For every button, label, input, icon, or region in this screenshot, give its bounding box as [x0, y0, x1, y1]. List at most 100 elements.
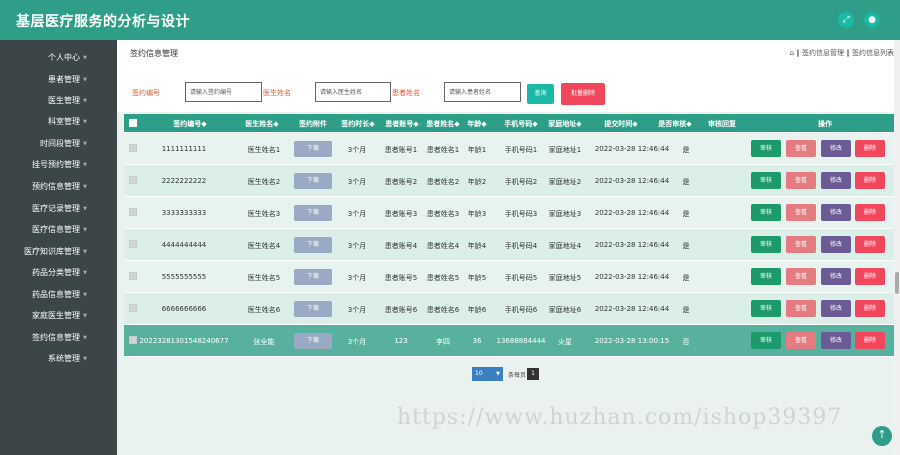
edit-button[interactable]: 修改	[821, 332, 851, 349]
view-button[interactable]: 查看	[786, 268, 816, 285]
search-button[interactable]: 查询	[527, 84, 554, 104]
delete-button[interactable]: 删除	[855, 172, 885, 189]
back-to-top-icon[interactable]: ↑	[872, 426, 892, 446]
cell-time: 2022-03-28 12:46:44	[594, 305, 670, 313]
column-header[interactable]: 签约编号◆	[173, 119, 206, 129]
delete-button[interactable]: 删除	[855, 268, 885, 285]
cell-id: 3333333333	[161, 209, 207, 217]
audit-button[interactable]: 审核	[751, 300, 781, 317]
row-checkbox[interactable]	[129, 272, 137, 280]
column-header[interactable]: 提交时间◆	[604, 119, 637, 129]
table-row[interactable]: 5555555555 医生姓名5 3个月 患者账号5 患者姓名5 年龄5 手机号码5 家庭地址…	[124, 260, 894, 292]
download-button[interactable]: 下载	[294, 141, 332, 157]
sidebar-item[interactable]: 医疗信息管理 ▼	[0, 220, 117, 240]
select-all-checkbox[interactable]	[129, 119, 137, 127]
row-checkbox[interactable]	[129, 304, 137, 312]
edit-button[interactable]: 修改	[821, 172, 851, 189]
view-button[interactable]: 查看	[786, 332, 816, 349]
page-size-select[interactable]: 10 ▼	[472, 367, 503, 381]
column-header[interactable]: 患者账号◆	[385, 119, 418, 129]
row-checkbox[interactable]	[129, 144, 137, 152]
view-button[interactable]: 查看	[786, 204, 816, 221]
sidebar-item[interactable]: 挂号预约管理 ▼	[0, 155, 117, 175]
fullscreen-icon[interactable]: ⤢	[838, 12, 854, 28]
cell-time: 2022-03-28 12:46:44	[594, 145, 670, 153]
sidebar-item[interactable]: 系统管理 ▼	[0, 349, 117, 369]
sidebar-item[interactable]: 药品分类管理 ▼	[0, 263, 117, 283]
sidebar-item[interactable]: 患者管理 ▼	[0, 70, 117, 90]
audit-button[interactable]: 审核	[751, 172, 781, 189]
sidebar-item[interactable]: 签约信息管理 ▼	[0, 328, 117, 348]
sidebar-item[interactable]: 医生管理 ▼	[0, 91, 117, 111]
view-button[interactable]: 查看	[786, 300, 816, 317]
user-icon[interactable]: ●	[864, 12, 880, 28]
scrollbar[interactable]	[894, 40, 900, 455]
scrollbar-thumb[interactable]	[895, 272, 899, 294]
sidebar-item[interactable]: 医疗知识库管理 ▼	[0, 242, 117, 262]
sidebar-item[interactable]: 个人中心 ▼	[0, 48, 117, 68]
delete-button[interactable]: 删除	[855, 140, 885, 157]
row-checkbox[interactable]	[129, 176, 137, 184]
column-header[interactable]: 审核回复	[708, 119, 736, 129]
row-checkbox[interactable]	[129, 336, 137, 344]
contract-id-input[interactable]	[185, 82, 262, 102]
column-header[interactable]: 是否审核◆	[658, 119, 691, 129]
sidebar-item[interactable]: 医疗记录管理 ▼	[0, 199, 117, 219]
column-header[interactable]: 医生姓名◆	[245, 119, 278, 129]
column-header[interactable]: 患者姓名◆	[426, 119, 459, 129]
row-checkbox[interactable]	[129, 208, 137, 216]
download-button[interactable]: 下载	[294, 237, 332, 253]
column-header[interactable]: 年龄◆	[467, 119, 486, 129]
audit-button[interactable]: 审核	[751, 140, 781, 157]
column-header[interactable]: 家庭地址◆	[548, 119, 581, 129]
current-page-button[interactable]: 1	[527, 368, 539, 380]
download-button[interactable]: 下载	[294, 269, 332, 285]
sidebar-item-label: 药品信息管理	[32, 290, 80, 299]
audit-button[interactable]: 审核	[751, 236, 781, 253]
sidebar-item[interactable]: 预约信息管理 ▼	[0, 177, 117, 197]
sidebar-item[interactable]: 家庭医生管理 ▼	[0, 306, 117, 326]
cell-age: 年龄4	[467, 242, 487, 250]
sidebar-item[interactable]: 药品信息管理 ▼	[0, 285, 117, 305]
sidebar-item[interactable]: 科室管理 ▼	[0, 112, 117, 132]
column-header[interactable]: 操作	[818, 119, 832, 129]
delete-button[interactable]: 删除	[855, 332, 885, 349]
batch-delete-button[interactable]: 批量删除	[561, 83, 605, 105]
sidebar-item[interactable]: 时间段管理 ▼	[0, 134, 117, 154]
download-button[interactable]: 下载	[294, 205, 332, 221]
cell-doctor: 医生姓名1	[247, 146, 281, 154]
view-button[interactable]: 查看	[786, 140, 816, 157]
column-header[interactable]: 手机号码◆	[504, 119, 537, 129]
edit-button[interactable]: 修改	[821, 268, 851, 285]
table-row[interactable]: 6666666666 医生姓名6 3个月 患者账号6 患者姓名6 年龄6 手机号码6 家庭地址…	[124, 292, 894, 324]
patient-name-input[interactable]	[444, 82, 521, 102]
edit-button[interactable]: 修改	[821, 140, 851, 157]
download-button[interactable]: 下载	[294, 173, 332, 189]
audit-button[interactable]: 审核	[751, 268, 781, 285]
table-row[interactable]: 4444444444 医生姓名4 3个月 患者账号4 患者姓名4 年龄4 手机号码4 家庭地址…	[124, 228, 894, 260]
download-button[interactable]: 下载	[294, 333, 332, 349]
table-row[interactable]: 2222222222 医生姓名2 3个月 患者账号2 患者姓名2 年龄2 手机号码2 家庭地址…	[124, 164, 894, 196]
edit-button[interactable]: 修改	[821, 300, 851, 317]
delete-button[interactable]: 删除	[855, 204, 885, 221]
audit-button[interactable]: 审核	[751, 204, 781, 221]
cell-age: 年龄2	[467, 178, 487, 186]
audit-button[interactable]: 审核	[751, 332, 781, 349]
view-button[interactable]: 查看	[786, 172, 816, 189]
view-button[interactable]: 查看	[786, 236, 816, 253]
column-header[interactable]: 签约时长◆	[341, 119, 374, 129]
table-row[interactable]: 1111111111 医生姓名1 3个月 患者账号1 患者姓名1 年龄1 手机号码1 家庭地址…	[124, 132, 894, 164]
doctor-name-label: 医生姓名	[263, 89, 291, 97]
table-row[interactable]: 3333333333 医生姓名3 3个月 患者账号3 患者姓名3 年龄3 手机号码3 家庭地址…	[124, 196, 894, 228]
cell-duration: 3个月	[347, 242, 367, 250]
row-checkbox[interactable]	[129, 240, 137, 248]
breadcrumb[interactable]: ⌂ ‖ 签约信息管理 ‖ 签约信息列表	[790, 48, 894, 58]
column-header[interactable]: 签约附件	[299, 119, 327, 129]
edit-button[interactable]: 修改	[821, 204, 851, 221]
edit-button[interactable]: 修改	[821, 236, 851, 253]
delete-button[interactable]: 删除	[855, 300, 885, 317]
doctor-name-input[interactable]	[315, 82, 391, 102]
download-button[interactable]: 下载	[294, 301, 332, 317]
table-row[interactable]: 20223281301548240677 张全能 3个月 123 李四 36 1368888…	[124, 324, 894, 356]
delete-button[interactable]: 删除	[855, 236, 885, 253]
